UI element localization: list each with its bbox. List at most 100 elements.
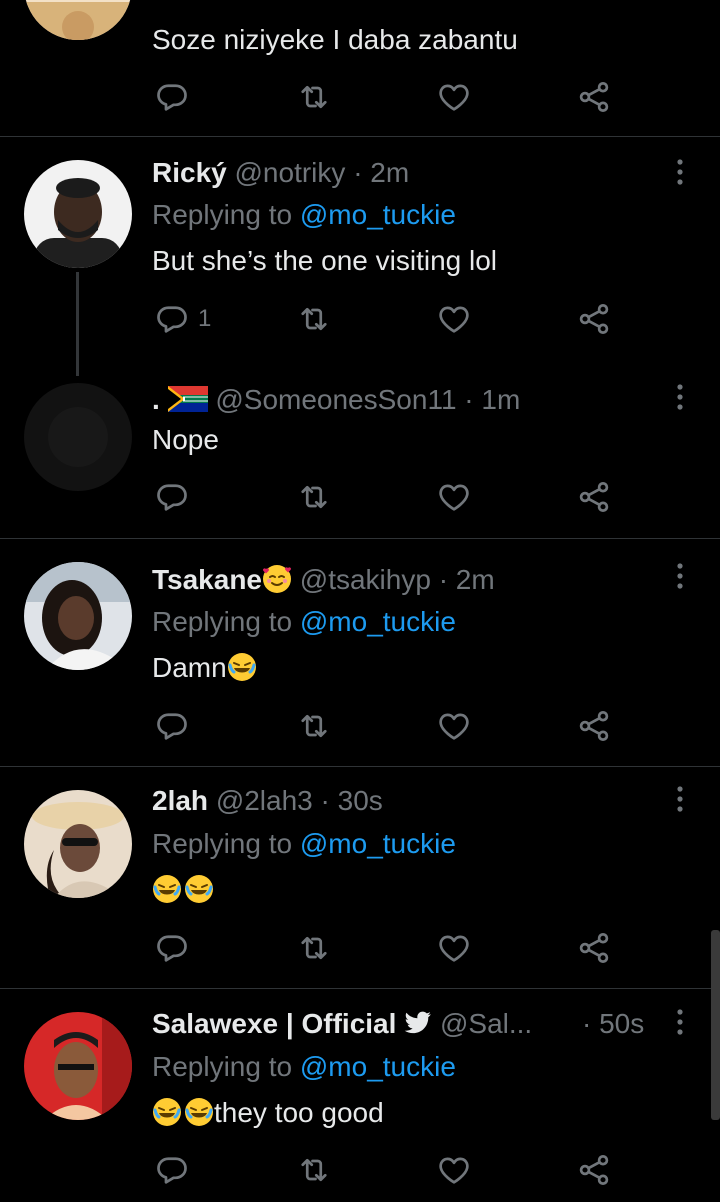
rolling-on-floor-laughing-emoji (184, 874, 214, 904)
tweet-text-content: they too good (214, 1097, 384, 1128)
avatar[interactable] (24, 562, 132, 670)
tweet-text: Soze niziyeke I daba zabantu (152, 24, 518, 55)
reply-button[interactable] (154, 77, 190, 117)
author-handle[interactable]: @Sal... (440, 1008, 532, 1039)
author-name[interactable]: Tsakane (152, 564, 262, 595)
reply-button[interactable]: 1 (154, 299, 211, 339)
like-button[interactable] (436, 1150, 472, 1190)
replying-handle[interactable]: @mo_tuckie (300, 828, 456, 859)
author-name[interactable]: . (152, 384, 160, 415)
share-button[interactable] (576, 299, 612, 339)
tweet-0[interactable]: Soze niziyeke I daba zabantu (0, 0, 720, 136)
thread-line (76, 272, 79, 376)
retweet-button[interactable] (296, 477, 332, 517)
more-button[interactable] (664, 782, 696, 816)
tweet-text-content: Damn (152, 652, 227, 683)
author-name[interactable]: 2lah (152, 785, 208, 816)
tweet-header: . @SomeonesSon11 · 1m (152, 382, 520, 421)
heart-icon (436, 1152, 472, 1188)
retweet-button[interactable] (296, 77, 332, 117)
replying-to: Replying to @mo_tuckie (152, 604, 456, 640)
like-button[interactable] (436, 477, 472, 517)
tweet-header: 2lah @2lah3 · 30s (152, 783, 383, 819)
author-handle[interactable]: @2lah3 (216, 785, 313, 816)
more-icon (664, 155, 696, 189)
reply-button[interactable] (154, 706, 190, 746)
tweet-text: they too good (152, 1095, 384, 1131)
avatar[interactable] (24, 790, 132, 898)
retweet-icon (296, 79, 332, 115)
share-icon (576, 1152, 612, 1188)
timestamp[interactable]: · 30s (321, 785, 383, 816)
share-button[interactable] (576, 928, 612, 968)
retweet-button[interactable] (296, 706, 332, 746)
tweet-text: But she’s the one visiting lol (152, 245, 498, 276)
heart-icon (436, 301, 472, 337)
avatar[interactable] (24, 0, 132, 40)
tweet-header: Salawexe | Official @Sal... (152, 1006, 532, 1045)
heart-icon (436, 479, 472, 515)
author-handle[interactable]: @notriky (235, 157, 346, 188)
share-button[interactable] (576, 1150, 612, 1190)
avatar[interactable] (24, 1012, 132, 1120)
share-icon (576, 301, 612, 337)
replying-handle[interactable]: @mo_tuckie (300, 199, 456, 230)
reply-button[interactable] (154, 1150, 190, 1190)
timestamp[interactable]: · 1m (464, 384, 520, 415)
tweet-text: Damn (152, 650, 257, 686)
reply-button[interactable] (154, 477, 190, 517)
retweet-icon (296, 301, 332, 337)
heart-icon (436, 708, 472, 744)
share-icon (576, 930, 612, 966)
smiling-face-with-hearts-emoji (262, 564, 292, 594)
retweet-button[interactable] (296, 299, 332, 339)
replying-label: Replying to (152, 1051, 293, 1082)
like-button[interactable] (436, 706, 472, 746)
rolling-on-floor-laughing-emoji (152, 1097, 182, 1127)
author-handle[interactable]: @SomeonesSon11 (215, 384, 456, 415)
divider (0, 538, 720, 539)
author-handle[interactable]: @tsakihyp (300, 564, 431, 595)
timestamp[interactable]: · 2m (439, 564, 495, 595)
reply-icon (154, 79, 190, 115)
retweet-button[interactable] (296, 1150, 332, 1190)
more-icon (664, 1005, 696, 1039)
replying-handle[interactable]: @mo_tuckie (300, 1051, 456, 1082)
replying-label: Replying to (152, 199, 293, 230)
scrollbar[interactable] (711, 930, 720, 1120)
more-button[interactable] (664, 155, 696, 189)
retweet-button[interactable] (296, 928, 332, 968)
reply-icon (154, 930, 190, 966)
reply-icon (154, 708, 190, 744)
more-button[interactable] (664, 1005, 696, 1039)
rolling-on-floor-laughing-emoji (152, 874, 182, 904)
replying-to: Replying to @mo_tuckie (152, 826, 456, 862)
divider (0, 766, 720, 767)
retweet-icon (296, 479, 332, 515)
timestamp[interactable]: · 2m (353, 157, 409, 188)
more-icon (664, 782, 696, 816)
more-icon (664, 559, 696, 593)
timestamp[interactable]: · 50s (582, 1006, 644, 1042)
south-africa-flag (167, 385, 208, 421)
author-name[interactable]: Salawexe | Official (152, 1008, 396, 1039)
like-button[interactable] (436, 928, 472, 968)
divider (0, 988, 720, 989)
like-button[interactable] (436, 77, 472, 117)
like-button[interactable] (436, 299, 472, 339)
replying-handle[interactable]: @mo_tuckie (300, 606, 456, 637)
author-name[interactable]: Rický (152, 157, 227, 188)
heart-icon (436, 930, 472, 966)
more-button[interactable] (664, 380, 696, 414)
heart-icon (436, 79, 472, 115)
more-button[interactable] (664, 559, 696, 593)
retweet-icon (296, 930, 332, 966)
avatar[interactable] (24, 160, 132, 268)
tweet-header: Rický @notriky · 2m (152, 155, 409, 191)
avatar[interactable] (24, 383, 132, 491)
reply-button[interactable] (154, 928, 190, 968)
share-button[interactable] (576, 477, 612, 517)
share-button[interactable] (576, 706, 612, 746)
rolling-on-floor-laughing-emoji (184, 1097, 214, 1127)
share-button[interactable] (576, 77, 612, 117)
